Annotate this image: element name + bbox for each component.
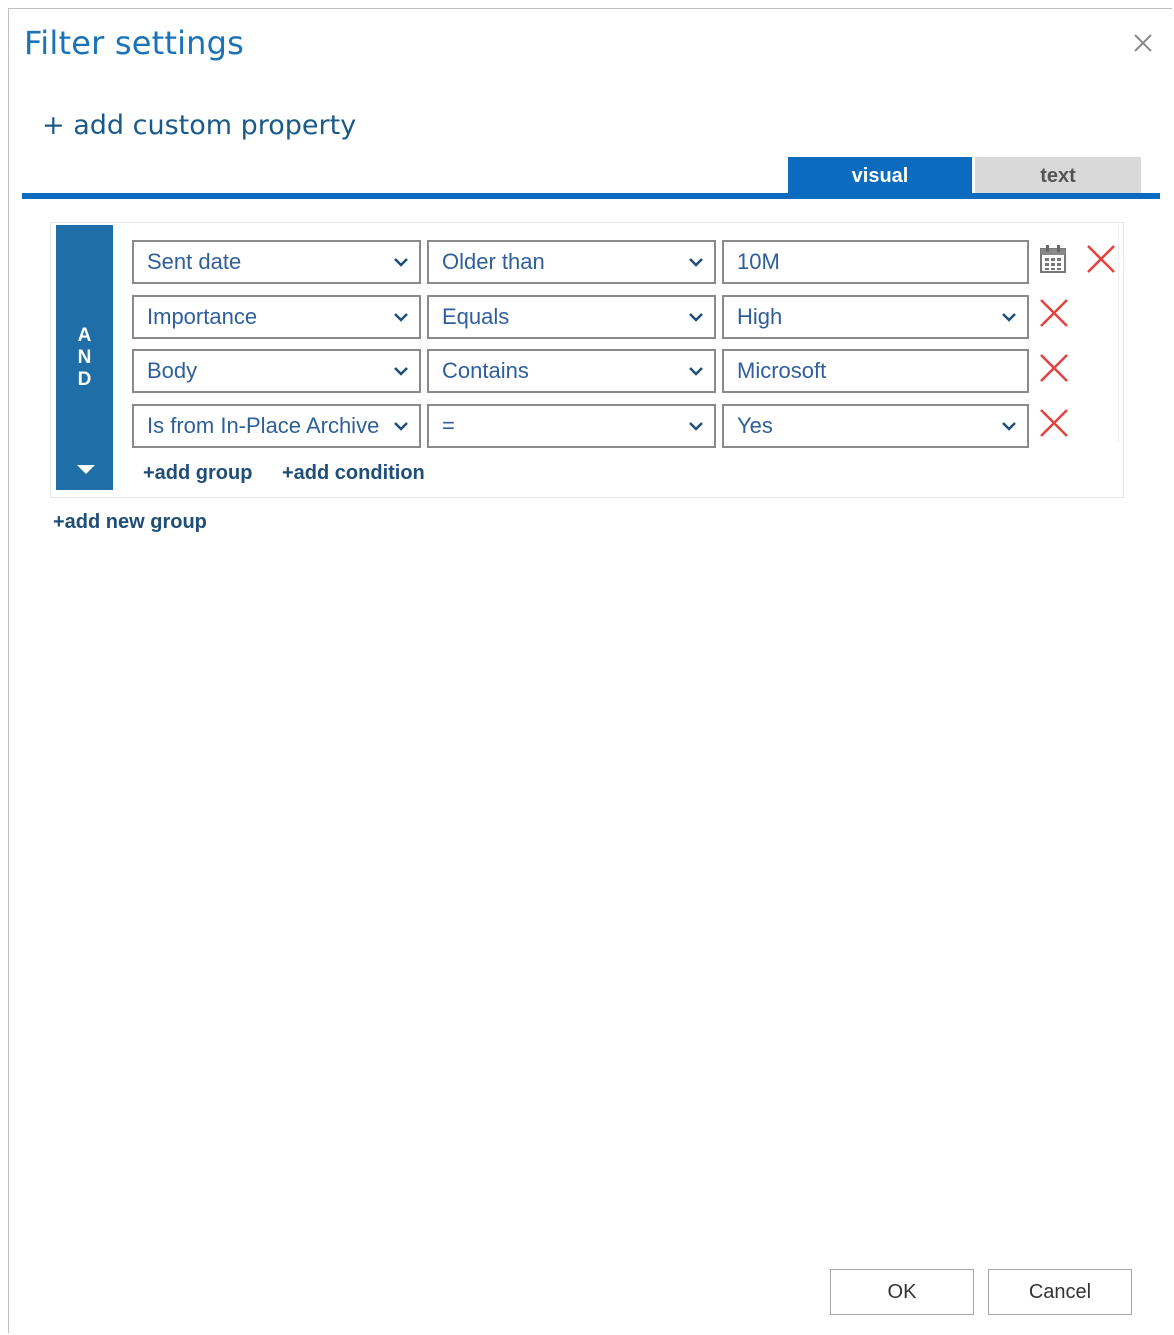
chevron-down-icon xyxy=(1001,309,1017,325)
property-select-value: Body xyxy=(147,358,198,383)
property-select[interactable]: Is from In-Place Archive xyxy=(132,404,421,448)
operator-select-value: Equals xyxy=(442,304,510,329)
property-select-value: Importance xyxy=(147,304,258,329)
chevron-down-icon xyxy=(688,418,704,434)
property-select[interactable]: Body xyxy=(132,349,421,393)
caret-down-icon xyxy=(77,465,95,474)
property-select-value: Is from In-Place Archive xyxy=(147,413,380,438)
calendar-icon[interactable] xyxy=(1039,244,1067,274)
operator-select[interactable]: = xyxy=(427,404,716,448)
value-select-value: Yes xyxy=(737,413,773,438)
property-select-value: Sent date xyxy=(147,249,242,274)
chevron-down-icon xyxy=(688,254,704,270)
property-select[interactable]: Sent date xyxy=(132,240,421,284)
value-select-value: High xyxy=(737,304,783,329)
group-divider xyxy=(1118,226,1119,442)
tab-visual[interactable]: visual xyxy=(788,157,972,195)
operator-letter: A xyxy=(77,325,92,346)
chevron-down-icon xyxy=(688,309,704,325)
add-custom-property-link[interactable]: + add custom property xyxy=(42,110,356,141)
operator-select[interactable]: Equals xyxy=(427,295,716,339)
property-select[interactable]: Importance xyxy=(132,295,421,339)
ok-button[interactable]: OK xyxy=(830,1269,974,1315)
tab-underline xyxy=(22,193,1160,199)
value-select[interactable]: High xyxy=(722,295,1029,339)
delete-x-icon[interactable] xyxy=(1038,297,1070,329)
operator-letter: N xyxy=(77,347,92,368)
chevron-down-icon xyxy=(393,418,409,434)
add-new-group-link[interactable]: +add new group xyxy=(53,511,207,534)
chevron-down-icon xyxy=(393,363,409,379)
cancel-button[interactable]: Cancel xyxy=(988,1269,1132,1315)
close-icon[interactable] xyxy=(1132,32,1154,54)
value-input-text: Microsoft xyxy=(737,358,827,383)
operator-letter: D xyxy=(77,369,92,390)
and-operator-toggle[interactable]: A N D xyxy=(56,225,113,490)
delete-x-icon[interactable] xyxy=(1038,407,1070,439)
chevron-down-icon xyxy=(393,309,409,325)
chevron-down-icon xyxy=(688,363,704,379)
tab-text[interactable]: text xyxy=(975,157,1141,195)
value-input-text: 10M xyxy=(737,249,780,274)
operator-select[interactable]: Older than xyxy=(427,240,716,284)
add-condition-link[interactable]: +add condition xyxy=(282,462,425,485)
dialog-title: Filter settings xyxy=(24,24,245,62)
add-group-link[interactable]: +add group xyxy=(143,462,252,485)
value-input[interactable]: Microsoft xyxy=(722,349,1029,393)
operator-select-value: Older than xyxy=(442,249,545,274)
operator-select-value: Contains xyxy=(442,358,529,383)
and-operator-label: A N D xyxy=(56,325,113,391)
operator-select-value: = xyxy=(442,413,455,438)
value-select[interactable]: Yes xyxy=(722,404,1029,448)
chevron-down-icon xyxy=(1001,418,1017,434)
operator-select[interactable]: Contains xyxy=(427,349,716,393)
filter-settings-dialog xyxy=(8,8,1172,1333)
delete-x-icon[interactable] xyxy=(1038,352,1070,384)
delete-x-icon[interactable] xyxy=(1085,243,1117,275)
value-input[interactable]: 10M xyxy=(722,240,1029,284)
chevron-down-icon xyxy=(393,254,409,270)
